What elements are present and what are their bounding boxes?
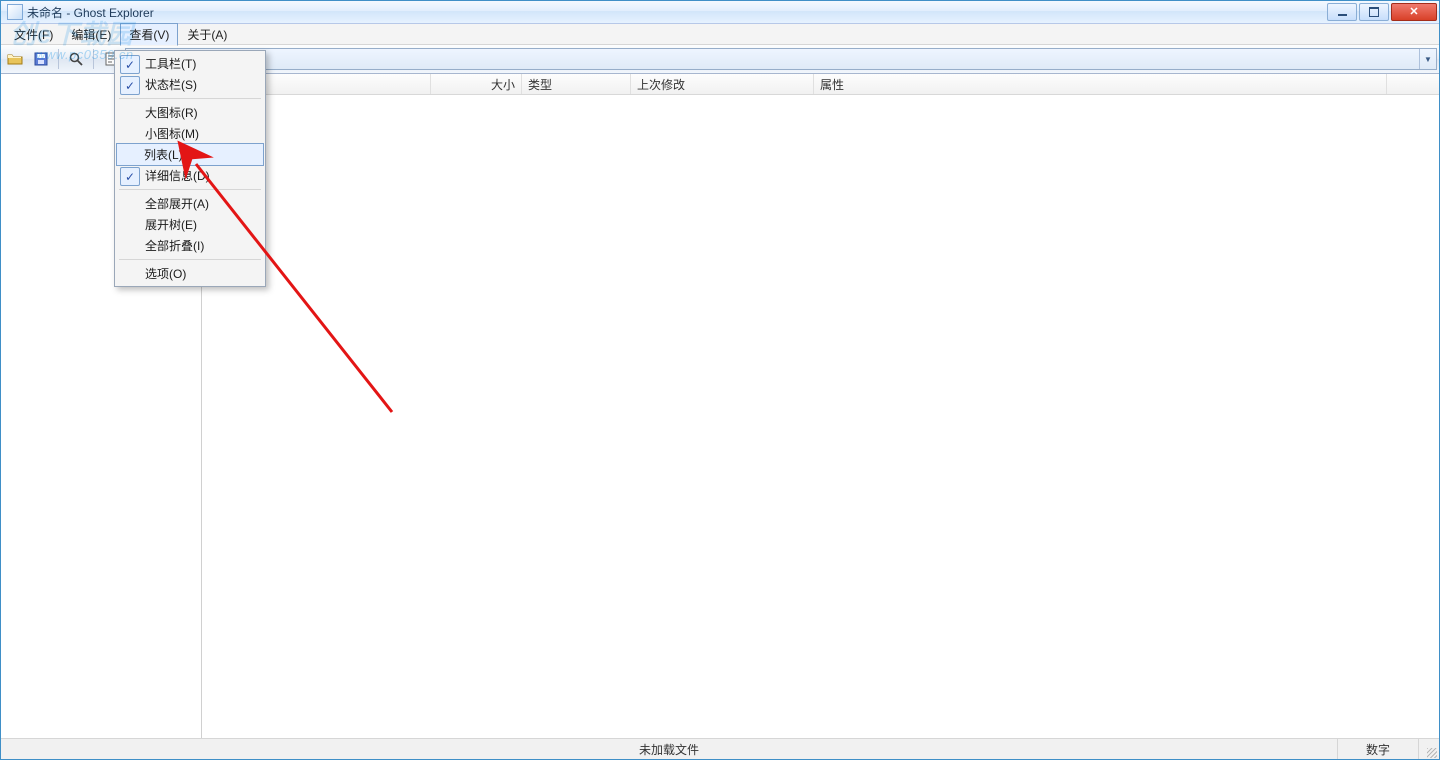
column-header[interactable]: 类型 <box>522 74 631 94</box>
menu-item[interactable]: 小图标(M) <box>117 123 263 144</box>
menu-item[interactable]: ✓ 详细信息(D) <box>117 165 263 186</box>
menu-separator <box>119 259 261 260</box>
check-icon: ✓ <box>120 76 140 95</box>
menu-item[interactable]: 全部折叠(I) <box>117 235 263 256</box>
titlebar[interactable]: 未命名 - Ghost Explorer ✕ <box>1 1 1439 24</box>
menu-edit[interactable]: 编辑(E) <box>62 23 120 46</box>
menu-file[interactable]: 文件(F) <box>5 23 62 46</box>
menu-item-label: 工具栏(T) <box>145 55 196 72</box>
menu-item-label: 大图标(R) <box>145 104 198 121</box>
column-header[interactable]: 大小 <box>431 74 522 94</box>
app-icon <box>7 4 23 20</box>
column-header[interactable]: 属性 <box>814 74 1387 94</box>
menu-about[interactable]: 关于(A) <box>178 23 236 46</box>
window-title: 未命名 - Ghost Explorer <box>27 4 1327 21</box>
check-icon: ✓ <box>120 167 140 186</box>
path-combo[interactable]: ▼ <box>125 48 1437 70</box>
maximize-button[interactable] <box>1359 3 1389 21</box>
menu-view[interactable]: 查看(V) <box>120 23 178 46</box>
menu-separator <box>119 98 261 99</box>
menu-item-label: 全部折叠(I) <box>145 237 204 254</box>
statusbar: 未加载文件 数字 <box>1 738 1439 759</box>
status-right: 数字 <box>1338 739 1419 759</box>
save-icon[interactable] <box>29 47 53 71</box>
column-header[interactable]: 上次修改 <box>631 74 814 94</box>
chevron-down-icon[interactable]: ▼ <box>1419 49 1436 69</box>
menu-item-label: 全部展开(A) <box>145 195 209 212</box>
menu-item-label: 状态栏(S) <box>145 76 197 93</box>
menu-item[interactable]: 全部展开(A) <box>117 193 263 214</box>
toolbar-separator <box>58 49 59 69</box>
close-button[interactable]: ✕ <box>1391 3 1437 21</box>
menu-item[interactable]: ✓ 状态栏(S) <box>117 74 263 95</box>
menu-item[interactable]: ✓ 工具栏(T) <box>117 53 263 74</box>
menu-item[interactable]: 大图标(R) <box>117 102 263 123</box>
window-buttons: ✕ <box>1327 3 1437 21</box>
menu-item-label: 详细信息(D) <box>145 167 210 184</box>
view-menu-popup: ✓工具栏(T)✓状态栏(S)大图标(R)小图标(M)列表(L)✓详细信息(D)全… <box>114 50 266 287</box>
resize-grip[interactable] <box>1421 738 1439 760</box>
menu-item-label: 列表(L) <box>144 146 183 163</box>
menubar: 文件(F) 编辑(E) 查看(V) 关于(A) <box>1 24 1439 45</box>
menu-item[interactable]: 展开树(E) <box>117 214 263 235</box>
list-header[interactable]: 名称大小类型上次修改属性 <box>202 74 1439 95</box>
menu-item-label: 选项(O) <box>145 265 186 282</box>
toolbar-separator <box>93 49 94 69</box>
folder-open-icon[interactable] <box>3 47 27 71</box>
list-body[interactable] <box>202 95 1439 738</box>
menu-item[interactable]: 列表(L) <box>116 143 264 166</box>
list-pane: 名称大小类型上次修改属性 <box>202 74 1439 738</box>
search-icon[interactable] <box>64 47 88 71</box>
minimize-button[interactable] <box>1327 3 1357 21</box>
check-icon: ✓ <box>120 55 140 74</box>
menu-item-label: 展开树(E) <box>145 216 197 233</box>
menu-item[interactable]: 选项(O) <box>117 263 263 284</box>
menu-separator <box>119 189 261 190</box>
status-center: 未加载文件 <box>1 739 1338 759</box>
menu-item-label: 小图标(M) <box>145 125 199 142</box>
